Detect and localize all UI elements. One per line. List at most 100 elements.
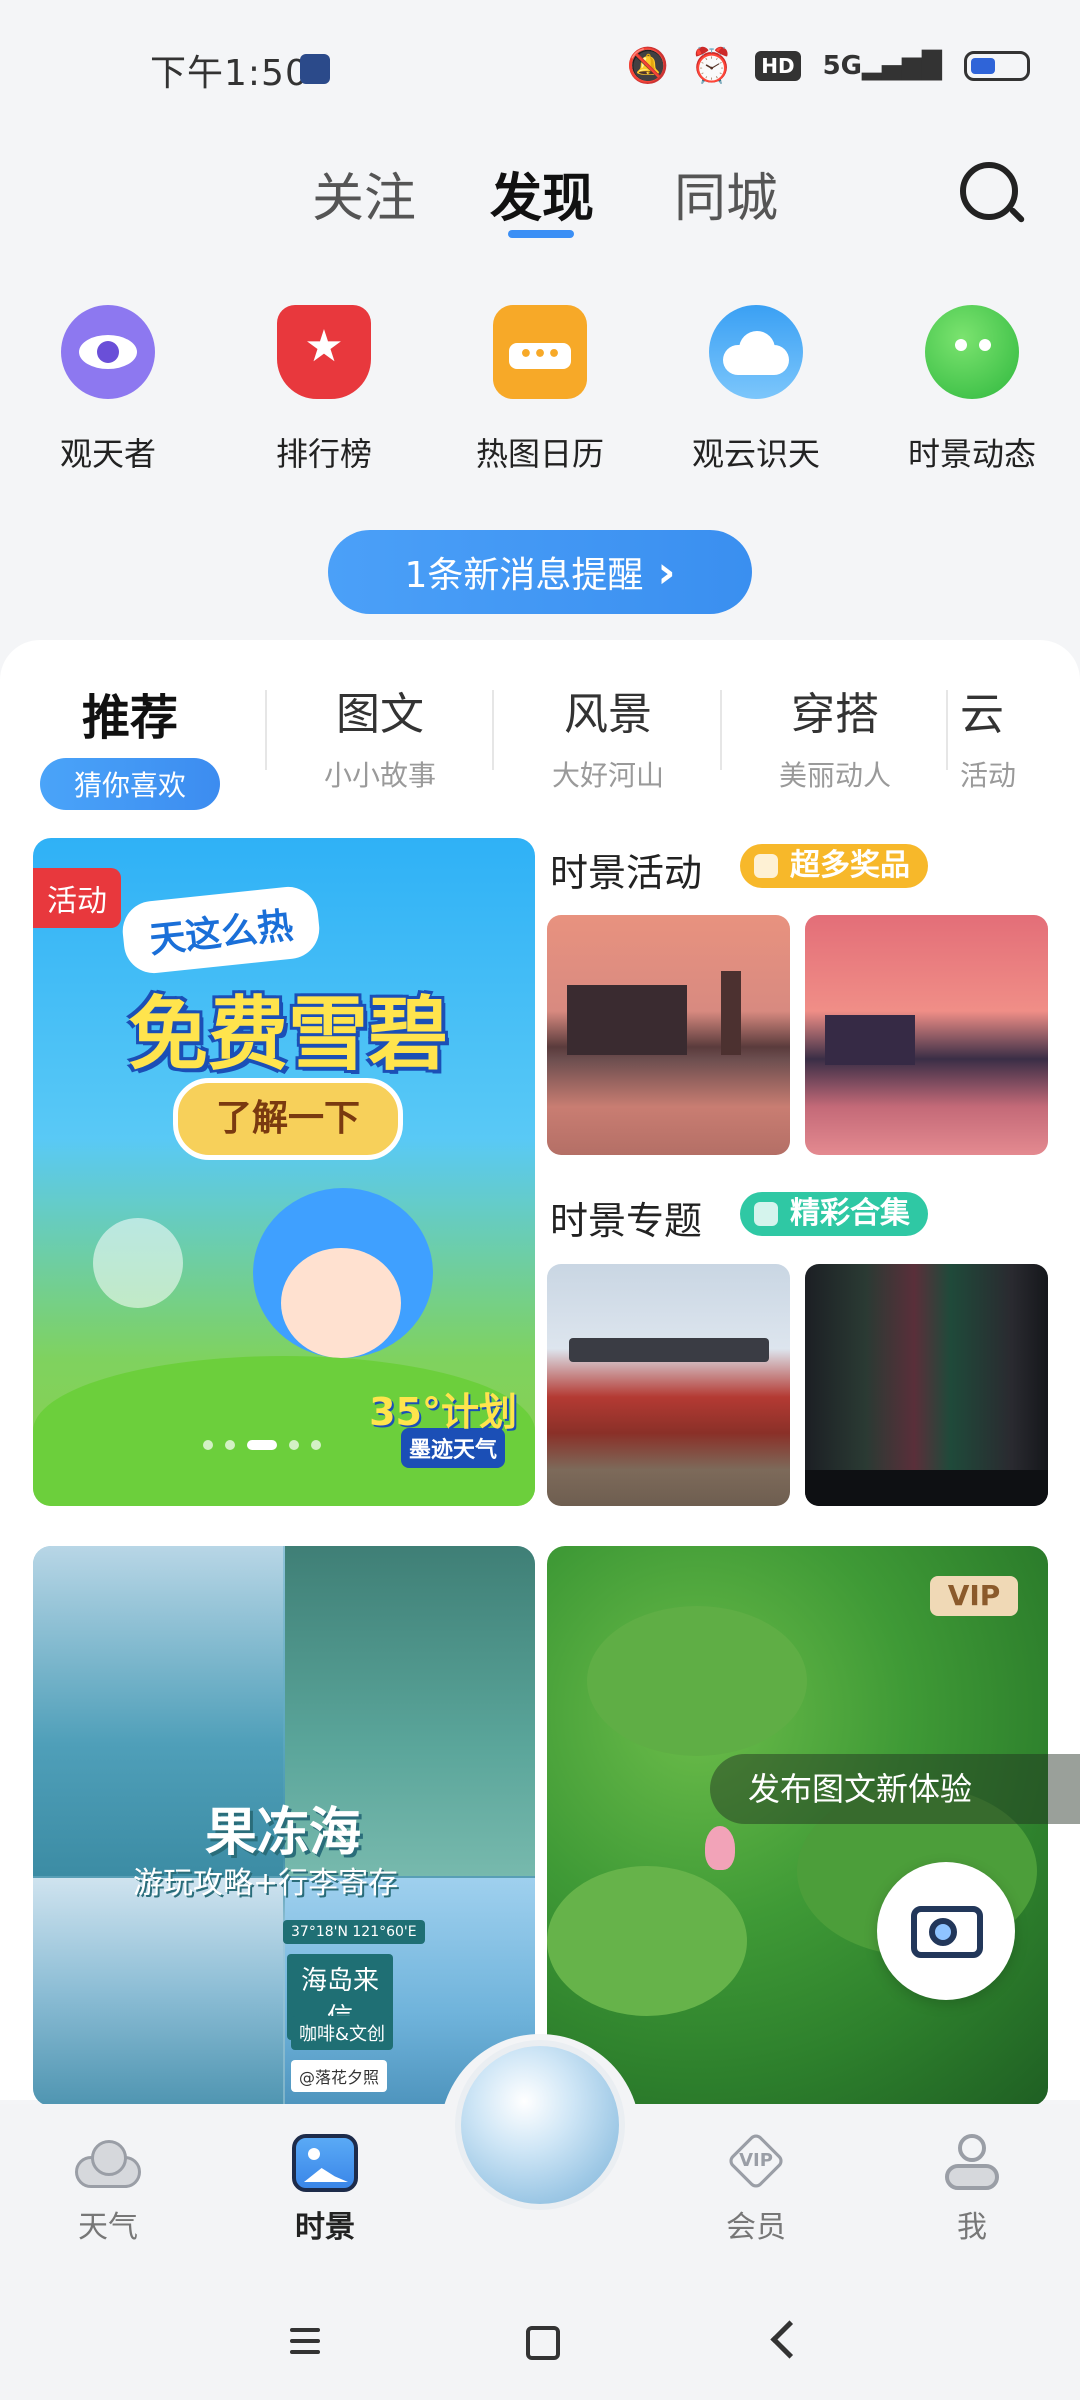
camera-button[interactable] xyxy=(877,1862,1015,2000)
tab-discover[interactable]: 发现 xyxy=(490,156,594,231)
app-notification-icon xyxy=(300,54,330,84)
tab-follow[interactable]: 关注 xyxy=(312,156,416,231)
ground-silhouette xyxy=(805,1470,1048,1506)
divider xyxy=(946,690,948,770)
tab-local[interactable]: 同城 xyxy=(674,156,778,231)
category-recommend[interactable]: 推荐 猜你喜欢 xyxy=(30,678,230,810)
shortcut-observer[interactable]: 观天者 xyxy=(18,305,198,475)
category-subtitle: 猜你喜欢 xyxy=(40,758,220,810)
menu-icon[interactable] xyxy=(290,2328,320,2361)
topic-pill[interactable]: 精彩合集 xyxy=(740,1192,928,1236)
hd-icon: HD xyxy=(755,51,801,81)
bubble-decoration xyxy=(93,1218,183,1308)
trophy-icon: ★ xyxy=(277,305,371,399)
category-subtitle: 美丽动人 xyxy=(778,759,891,792)
category-subtitle: 小小故事 xyxy=(323,759,436,792)
nav-weather[interactable]: 天气 xyxy=(48,2134,168,2246)
cloud-icon xyxy=(709,305,803,399)
category-title: 图文 xyxy=(336,689,424,740)
activity-pill[interactable]: 超多奖品 xyxy=(740,844,928,888)
alarm-icon: ⏰ xyxy=(690,46,734,86)
pagoda-silhouette xyxy=(721,971,741,1055)
nav-vip[interactable]: VIP 会员 xyxy=(696,2131,816,2246)
nav-me[interactable]: 我 xyxy=(912,2134,1032,2246)
calendar-icon: ••• xyxy=(493,305,587,399)
nav-moments[interactable]: 时景 xyxy=(265,2134,385,2246)
lotus-flower xyxy=(705,1826,735,1870)
shortcut-label: 时景动态 xyxy=(907,435,1036,473)
shortcut-label: 排行榜 xyxy=(275,435,372,473)
roof-silhouette xyxy=(569,1338,769,1362)
shortcut-label: 热图日历 xyxy=(475,435,604,473)
activity-tag: 活动 xyxy=(33,868,121,928)
search-icon[interactable] xyxy=(960,162,1018,220)
category-outfit[interactable]: 穿搭 美丽动人 xyxy=(735,678,935,794)
nav-label: 天气 xyxy=(78,2210,138,2245)
user-icon xyxy=(939,2134,1005,2192)
cafe-sign: 咖啡&文创 xyxy=(291,2016,394,2050)
category-subtitle: 活动 xyxy=(960,759,1017,792)
card-title: 果冻海 xyxy=(205,1803,362,1863)
tab-indicator xyxy=(508,230,574,238)
promo-banner[interactable]: 活动 天这么热 免费雪碧 了解一下 墨迹天气 35°计划 xyxy=(33,838,535,1506)
center-orb-button[interactable] xyxy=(455,2040,625,2210)
divider xyxy=(720,690,722,770)
shortcut-calendar[interactable]: ••• 热图日历 xyxy=(450,305,630,475)
publish-tip[interactable]: 发布图文新体验 xyxy=(710,1754,1080,1824)
home-icon[interactable] xyxy=(526,2326,560,2360)
ancient-gate-photo[interactable] xyxy=(547,1264,790,1506)
skyline-silhouette xyxy=(825,1015,915,1065)
photo-icon xyxy=(292,2134,358,2192)
plan-badge: 35°计划 xyxy=(369,1390,517,1434)
shortcut-moments[interactable]: 时景动态 xyxy=(882,305,1062,475)
category-cloud[interactable]: 云 活动 xyxy=(960,678,1040,794)
card-subtitle: 游玩攻略+行李寄存 xyxy=(133,1866,399,1901)
category-title: 推荐 xyxy=(81,690,178,746)
sea-photo-3 xyxy=(33,1878,283,2106)
watermark-sign: @落花夕照 xyxy=(291,2060,388,2092)
battery-icon xyxy=(964,51,1030,81)
divider xyxy=(492,690,494,770)
sunset-city-photo[interactable] xyxy=(805,915,1048,1155)
planet-icon xyxy=(925,305,1019,399)
shortcut-cloud[interactable]: 观云识天 xyxy=(666,305,846,475)
chevron-right-icon: › xyxy=(657,546,676,598)
aurora-photo[interactable] xyxy=(805,1264,1048,1506)
learn-more-button[interactable]: 了解一下 xyxy=(173,1078,403,1160)
status-bar: 下午1:50 🔕 ⏰ HD 5G▂▄▆█ xyxy=(0,0,1080,130)
category-graphic[interactable]: 图文 小小故事 xyxy=(280,678,480,794)
signal-5g-icon: 5G▂▄▆█ xyxy=(822,51,942,81)
shortcut-label: 观天者 xyxy=(59,435,156,473)
category-title: 云 xyxy=(960,689,1004,740)
new-message-label: 1条新消息提醒 xyxy=(404,555,644,596)
category-title: 风景 xyxy=(564,689,652,740)
feed-card-lotus[interactable]: VIP xyxy=(547,1546,1048,2106)
feed-card-jelly-sea[interactable]: 果冻海 游玩攻略+行李寄存 37°18'N 121°60'E 海岛来信 咖啡&文… xyxy=(33,1546,535,2106)
new-message-button[interactable]: 1条新消息提醒 › xyxy=(328,530,752,614)
status-icons: 🔕 ⏰ HD 5G▂▄▆█ xyxy=(627,46,1030,86)
cloud-weather-icon xyxy=(75,2134,141,2192)
category-title: 穿搭 xyxy=(791,689,879,740)
category-scenery[interactable]: 风景 大好河山 xyxy=(508,678,708,794)
carousel-dots xyxy=(203,1440,321,1450)
skyline-silhouette xyxy=(567,985,687,1055)
divider xyxy=(265,690,267,770)
top-tabs: 关注 发现 同城 xyxy=(0,150,1080,250)
vip-badge: VIP xyxy=(930,1576,1018,1616)
shortcut-ranking[interactable]: ★ 排行榜 xyxy=(234,305,414,475)
coords-sign: 37°18'N 121°60'E xyxy=(283,1920,425,1944)
status-time: 下午1:50 xyxy=(150,53,309,94)
vip-icon: VIP xyxy=(723,2131,789,2192)
shortcut-label: 观云识天 xyxy=(691,435,820,473)
nav-label: 我 xyxy=(957,2210,987,2245)
category-subtitle: 大好河山 xyxy=(551,759,664,792)
nav-label: 时景 xyxy=(295,2210,355,2245)
back-icon[interactable] xyxy=(770,2320,809,2359)
topic-title[interactable]: 时景专题 xyxy=(550,1190,702,1245)
system-nav-bar xyxy=(0,2284,1080,2400)
mute-bell-icon: 🔕 xyxy=(626,46,669,86)
activity-title[interactable]: 时景活动 xyxy=(550,842,702,897)
sunset-lake-photo[interactable] xyxy=(547,915,790,1155)
nav-label: 会员 xyxy=(726,2210,786,2245)
mascot-face xyxy=(281,1248,401,1358)
